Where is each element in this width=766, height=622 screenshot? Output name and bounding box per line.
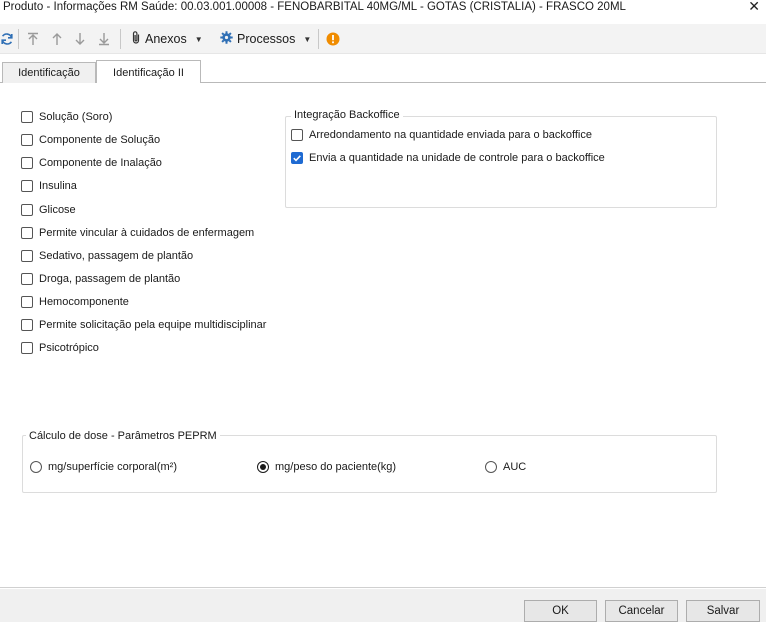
radio-circle[interactable] xyxy=(257,461,269,473)
attachments-button[interactable]: Anexos ▼ xyxy=(131,30,203,48)
checkbox-box[interactable] xyxy=(21,227,33,239)
checkbox-label: Solução (Soro) xyxy=(39,111,113,123)
tab-strip: Identificação Identificação II xyxy=(0,60,766,84)
checkbox-box[interactable] xyxy=(21,296,33,308)
checkbox-box[interactable] xyxy=(21,157,33,169)
checkbox-droga[interactable]: Droga, passagem de plantão xyxy=(21,272,180,286)
toolbar-separator xyxy=(18,29,19,49)
window-title: Produto - Informações RM Saúde: 00.03.00… xyxy=(3,1,626,13)
radio-label: mg/superfície corporal(m²) xyxy=(48,461,177,473)
toolbar: Anexos ▼ Processos ▼ xyxy=(0,24,766,54)
checkbox-label: Permite solicitação pela equipe multidis… xyxy=(39,319,267,331)
checkbox-box[interactable] xyxy=(21,111,33,123)
ok-button[interactable]: OK xyxy=(524,600,597,622)
checkbox-box[interactable] xyxy=(291,129,303,141)
paperclip-icon xyxy=(131,30,141,48)
checkbox-box[interactable] xyxy=(21,250,33,262)
checkmark-icon[interactable] xyxy=(291,152,303,164)
gear-icon xyxy=(220,31,233,47)
warning-icon[interactable] xyxy=(326,30,340,48)
checkbox-label: Droga, passagem de plantão xyxy=(39,273,181,285)
checkbox-insulina[interactable]: Insulina xyxy=(21,179,77,193)
radio-circle[interactable] xyxy=(30,461,42,473)
checkbox-hemocomponente[interactable]: Hemocomponente xyxy=(21,295,129,309)
chevron-down-icon: ▼ xyxy=(303,34,312,44)
radio-label: AUC xyxy=(503,461,527,473)
processes-button[interactable]: Processos ▼ xyxy=(220,30,311,48)
checkbox-label: Componente de Inalação xyxy=(39,157,162,169)
last-icon[interactable] xyxy=(98,30,110,48)
checkbox-box[interactable] xyxy=(21,180,33,192)
backoffice-group-title: Integração Backoffice xyxy=(291,109,403,121)
checkbox-label: Sedativo, passagem de plantão xyxy=(39,250,194,262)
dialog-footer: OK Cancelar Salvar xyxy=(0,589,766,622)
checkbox-label: Psicotrópico xyxy=(39,342,99,354)
tab-identificacao-ii[interactable]: Identificação II xyxy=(96,60,201,84)
checkbox-label: Envia a quantidade na unidade de control… xyxy=(309,152,605,164)
close-icon[interactable]: ✕ xyxy=(748,0,760,13)
checkbox-solucao-soro[interactable]: Solução (Soro) xyxy=(21,110,112,124)
checkbox-label: Arredondamento na quantidade enviada par… xyxy=(309,129,592,141)
checkbox-label: Hemocomponente xyxy=(39,296,129,308)
checkbox-box[interactable] xyxy=(21,273,33,285)
toolbar-separator xyxy=(318,29,319,49)
checkbox-sedativo[interactable]: Sedativo, passagem de plantão xyxy=(21,249,193,263)
checkbox-unidade-controle[interactable]: Envia a quantidade na unidade de control… xyxy=(291,151,605,165)
checkbox-arredondamento[interactable]: Arredondamento na quantidade enviada par… xyxy=(291,128,592,142)
first-icon[interactable] xyxy=(27,30,39,48)
tab-identificacao[interactable]: Identificação xyxy=(2,62,96,83)
processes-label: Processos xyxy=(237,32,296,46)
tab-panel: Solução (Soro) Componente de Solução Com… xyxy=(0,83,766,588)
checkbox-label: Glicose xyxy=(39,204,76,216)
checkbox-box[interactable] xyxy=(21,204,33,216)
checkbox-box[interactable] xyxy=(21,319,33,331)
checkbox-glicose[interactable]: Glicose xyxy=(21,203,76,217)
checkbox-psicotropico[interactable]: Psicotrópico xyxy=(21,341,99,355)
attachments-label: Anexos xyxy=(145,32,187,46)
checkbox-box[interactable] xyxy=(21,134,33,146)
window-titlebar: Produto - Informações RM Saúde: 00.03.00… xyxy=(0,0,766,17)
checkbox-multidisciplinar[interactable]: Permite solicitação pela equipe multidis… xyxy=(21,318,266,332)
radio-auc[interactable]: AUC xyxy=(485,460,526,474)
checkbox-label: Permite vincular à cuidados de enfermage… xyxy=(39,227,255,239)
toolbar-separator xyxy=(120,29,121,49)
checkbox-label: Insulina xyxy=(39,180,77,192)
save-button[interactable]: Salvar xyxy=(686,600,760,622)
previous-icon[interactable] xyxy=(51,30,63,48)
chevron-down-icon: ▼ xyxy=(194,34,203,44)
checkbox-componente-solucao[interactable]: Componente de Solução xyxy=(21,133,160,147)
checkbox-box[interactable] xyxy=(21,342,33,354)
checkbox-label: Componente de Solução xyxy=(39,134,161,146)
cancel-button[interactable]: Cancelar xyxy=(605,600,678,622)
refresh-icon[interactable] xyxy=(0,30,14,48)
next-icon[interactable] xyxy=(74,30,86,48)
checkbox-componente-inalacao[interactable]: Componente de Inalação xyxy=(21,156,162,170)
checkbox-cuidados-enfermagem[interactable]: Permite vincular à cuidados de enfermage… xyxy=(21,226,254,240)
radio-label: mg/peso do paciente(kg) xyxy=(275,461,397,473)
radio-superficie-corporal[interactable]: mg/superfície corporal(m²) xyxy=(30,460,177,474)
dose-group-title: Cálculo de dose - Parâmetros PEPRM xyxy=(26,430,220,442)
radio-circle[interactable] xyxy=(485,461,497,473)
radio-peso-paciente[interactable]: mg/peso do paciente(kg) xyxy=(257,460,396,474)
